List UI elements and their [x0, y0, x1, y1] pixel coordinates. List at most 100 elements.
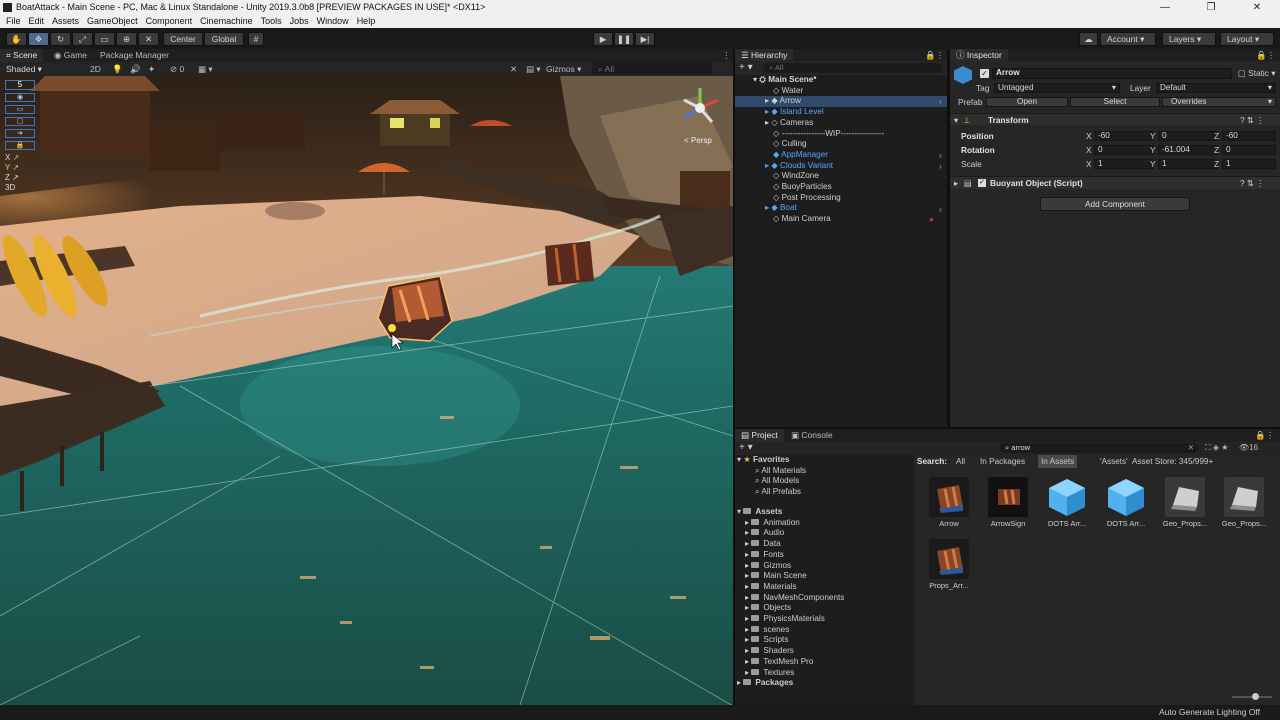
menu-jobs[interactable]: Jobs	[290, 15, 309, 28]
folder-fonts[interactable]: ▸ Fonts	[745, 550, 784, 561]
overlay-toggle-icon[interactable]: ▭	[5, 105, 35, 114]
rotate-tool-icon[interactable]: ↻	[50, 32, 71, 46]
menu-file[interactable]: File	[6, 15, 21, 28]
hierarchy-item-cameras[interactable]: ▸ ◇ Cameras	[765, 118, 813, 129]
scale-x-field[interactable]: 1	[1094, 159, 1154, 169]
frame-toggle-icon[interactable]: ▢	[5, 117, 35, 126]
hierarchy-item-appmanager[interactable]: ◆ AppManager	[773, 150, 828, 161]
packages-folder[interactable]: ▸ Packages	[737, 678, 793, 689]
script-component-header[interactable]: ▸ ▤ ✓ Buoyant Object (Script) ? ⇅ ⋮	[950, 176, 1280, 189]
effects-toggle-icon[interactable]: ✦	[142, 62, 161, 75]
scene-orientation-gizmo[interactable]: < Persp	[672, 78, 730, 148]
folder-animation[interactable]: ▸ Animation	[745, 518, 800, 529]
prefab-overrides-dropdown[interactable]: Overrides ▾	[1162, 97, 1276, 107]
minimize-button[interactable]: —	[1142, 0, 1188, 15]
static-toggle[interactable]: ▢ Static ▾	[1238, 68, 1275, 78]
hierarchy-item-clouds-variant[interactable]: ▸ ◆ Clouds Variant	[765, 161, 833, 172]
shading-mode-dropdown[interactable]: Shaded ▾	[0, 62, 48, 75]
eye-toggle-icon[interactable]: ◉	[5, 93, 35, 102]
rotation-y-field[interactable]: -61.004	[1158, 145, 1218, 155]
prefab-open-button[interactable]: Open	[986, 97, 1068, 107]
transform-header[interactable]: ▾ ⟂ Transform ? ⇅ ⋮	[950, 113, 1280, 125]
pivot-center-button[interactable]: Center	[163, 32, 203, 46]
overlay-number-field[interactable]: 5	[5, 80, 35, 90]
hierarchy-item-post-processing[interactable]: ◇ Post Processing	[773, 193, 841, 204]
asset-item[interactable]: Arrow	[924, 477, 974, 528]
prefab-select-button[interactable]: Select	[1070, 97, 1160, 107]
move-tool-icon[interactable]: ✥	[28, 32, 49, 46]
scale-tool-icon[interactable]: ⤢	[72, 32, 93, 46]
grid-toggle-icon[interactable]: ▦ ▾	[192, 62, 219, 75]
position-z-field[interactable]: -60	[1222, 131, 1276, 141]
menu-gameobject[interactable]: GameObject	[87, 15, 138, 28]
tab-scene[interactable]: ⌗ Scene	[0, 49, 44, 62]
scale-y-field[interactable]: 1	[1158, 159, 1218, 169]
hierarchy-item-main-scene[interactable]: ▾ ⛭ Main Scene*	[753, 75, 947, 86]
tab-console[interactable]: ▣ Console	[785, 429, 839, 442]
asset-item[interactable]: Geo_Props...	[1160, 477, 1210, 528]
hierarchy-item-arrow[interactable]: ▸ ◆ Arrow	[735, 96, 947, 108]
folder-scenes[interactable]: ▸ scenes	[745, 625, 789, 636]
filter-all[interactable]: All	[956, 455, 965, 468]
layers-dropdown[interactable]: Layers ▾	[1162, 32, 1216, 46]
account-dropdown[interactable]: Account ▾	[1100, 32, 1156, 46]
folder-shaders[interactable]: ▸ Shaders	[745, 646, 794, 657]
tab-game[interactable]: ◉ Game	[48, 49, 93, 62]
hierarchy-item-buoyparticles[interactable]: ◇ BuoyParticles	[773, 182, 832, 193]
menu-edit[interactable]: Edit	[29, 15, 45, 28]
rotation-x-field[interactable]: 0	[1094, 145, 1154, 155]
gizmos-dropdown[interactable]: Gizmos ▾	[540, 62, 587, 75]
component-menu-icons[interactable]: ? ⇅ ⋮	[1240, 115, 1264, 125]
gizmo-view-label[interactable]: < Persp	[684, 136, 712, 145]
pause-button[interactable]: ❚❚	[614, 32, 634, 46]
asset-item[interactable]: DOTS Arr...	[1042, 477, 1092, 528]
menu-tools[interactable]: Tools	[261, 15, 282, 28]
hand-tool-icon[interactable]: ✋	[6, 32, 27, 46]
component-enabled-checkbox[interactable]: ✓	[978, 179, 986, 187]
folder-scripts[interactable]: ▸ Scripts	[745, 635, 788, 646]
hierarchy-item-culling[interactable]: ◇ Culling	[773, 139, 807, 150]
folder-data[interactable]: ▸ Data	[745, 539, 781, 550]
hierarchy-item-island-level[interactable]: ▸ ◆ Island Level	[765, 107, 824, 118]
folder-navmeshcomponents[interactable]: ▸ NavMeshComponents	[745, 593, 844, 604]
folder-audio[interactable]: ▸ Audio	[745, 528, 784, 539]
filter-asset-store[interactable]: Asset Store: 345/999+	[1132, 455, 1213, 468]
asset-item[interactable]: Props_Arr...	[924, 539, 974, 590]
rotation-z-field[interactable]: 0	[1222, 145, 1276, 155]
maximize-button[interactable]: ❐	[1188, 0, 1234, 15]
filter-assets-folder[interactable]: 'Assets'	[1100, 455, 1128, 468]
arrow-toggle-icon[interactable]: ➜	[5, 129, 35, 138]
assets-folder[interactable]: ▾ Assets	[737, 507, 782, 518]
collab-cloud-icon[interactable]: ☁	[1079, 32, 1098, 46]
filter-icons[interactable]: ⛶ ◈ ★	[1205, 443, 1228, 453]
hierarchy-item-boat[interactable]: ▸ ◆ Boat	[765, 203, 797, 214]
scene-search-input[interactable]: ⌕ All	[592, 62, 712, 75]
transform-tool-icon[interactable]: ⊕	[116, 32, 137, 46]
folder-textmesh-pro[interactable]: ▸ TextMesh Pro	[745, 657, 813, 668]
filter-in-packages[interactable]: In Packages	[980, 455, 1025, 468]
folder-materials[interactable]: ▸ Materials	[745, 582, 797, 593]
favorite-all-materials[interactable]: ⌕ All Materials	[755, 466, 806, 477]
menu-help[interactable]: Help	[357, 15, 376, 28]
hierarchy-item-water[interactable]: ◇ Water	[773, 86, 803, 97]
pivot-global-button[interactable]: Global	[204, 32, 244, 46]
tab-project[interactable]: ▤ Project	[735, 429, 784, 442]
favorites-header[interactable]: ▾ ★ Favorites	[737, 455, 789, 466]
asset-item[interactable]: ArrowSign	[983, 477, 1033, 528]
position-y-field[interactable]: 0	[1158, 131, 1218, 141]
menu-component[interactable]: Component	[146, 15, 193, 28]
layer-dropdown[interactable]: Default ▾	[1156, 83, 1276, 93]
menu-window[interactable]: Window	[317, 15, 349, 28]
hierarchy-item-windzone[interactable]: ◇ WindZone	[773, 171, 819, 182]
layout-dropdown[interactable]: Layout ▾	[1220, 32, 1274, 46]
close-button[interactable]: ✕	[1234, 0, 1280, 15]
slider-handle[interactable]	[1252, 693, 1259, 700]
active-checkbox[interactable]: ✓	[980, 69, 989, 78]
lock-icon[interactable]: 🔒⋮	[1249, 429, 1280, 442]
filter-in-assets[interactable]: In Assets	[1038, 455, 1078, 468]
folder-textures[interactable]: ▸ Textures	[745, 668, 794, 679]
favorite-all-models[interactable]: ⌕ All Models	[755, 476, 799, 487]
tab-package-manager[interactable]: Package Manager	[94, 49, 175, 62]
rect-tool-icon[interactable]: ▭	[94, 32, 115, 46]
asset-item[interactable]: DOTS Arr...	[1101, 477, 1151, 528]
